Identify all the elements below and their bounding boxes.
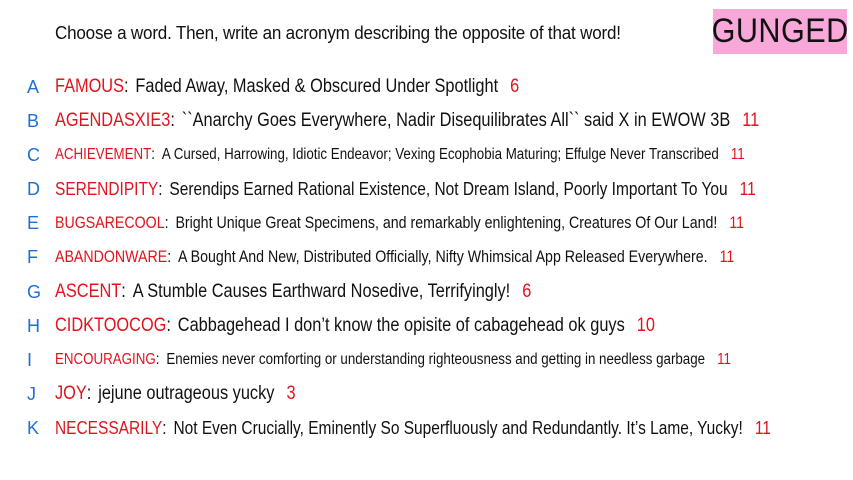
- entry-score: 11: [742, 110, 760, 131]
- entry-content: JOY: jejune outrageous yucky 3: [55, 383, 296, 405]
- entry-content: ENCOURAGING: Enemies never comforting or …: [55, 351, 731, 369]
- entry-score: 10: [636, 315, 655, 336]
- entry-content: NECESSARILY: Not Even Crucially, Eminentl…: [55, 418, 771, 439]
- entry-row: E BUGSARECOOL: Bright Unique Great Specime…: [0, 208, 853, 238]
- entry-row: K NECESSARILY: Not Even Crucially, Eminent…: [0, 413, 853, 443]
- entry-word: SERENDIPITY: [55, 178, 159, 199]
- entry-word: BUGSARECOOL: [55, 213, 165, 232]
- entry-row: A FAMOUS: Faded Away, Masked & Obscured Un…: [0, 72, 853, 102]
- entry-score: 11: [754, 417, 771, 438]
- entry-row: F ABANDONWARE: A Bought And New, Distribut…: [0, 242, 853, 272]
- entry-word: AGENDASXIE3: [55, 110, 171, 131]
- entry-colon: :: [162, 417, 167, 438]
- entry-letter: I: [27, 349, 33, 370]
- entry-word: CIDKTOOCOG: [55, 315, 167, 336]
- entry-colon: :: [167, 247, 172, 266]
- entry-score: 11: [717, 351, 731, 368]
- entry-colon: :: [155, 351, 160, 368]
- entry-colon: :: [124, 76, 129, 97]
- entry-acronym: Bright Unique Great Specimens, and remar…: [175, 213, 718, 232]
- entry-acronym: A Bought And New, Distributed Officially…: [178, 247, 708, 266]
- entry-colon: :: [158, 178, 163, 199]
- entry-colon: :: [86, 383, 92, 404]
- entry-row: D SERENDIPITY: Serendips Earned Rational E…: [0, 174, 853, 204]
- entry-letter: C: [27, 144, 40, 165]
- entry-row: C ACHIEVEMENT: A Cursed, Harrowing, Idioti…: [0, 140, 853, 170]
- entry-colon: :: [170, 110, 175, 131]
- entry-acronym: Enemies never comforting or understandin…: [166, 351, 706, 368]
- entry-letter: A: [27, 76, 40, 97]
- entry-word: NECESSARILY: [55, 417, 163, 438]
- entry-letter: G: [27, 281, 42, 302]
- entry-content: ASCENT: A Stumble Causes Earthward Nosedi…: [55, 281, 531, 303]
- entry-word: ENCOURAGING: [55, 351, 156, 368]
- entry-row: H CIDKTOOCOG: Cabbagehead I don’t know the…: [0, 311, 853, 341]
- entry-acronym: Cabbagehead I don’t know the opisite of …: [177, 315, 625, 336]
- entry-score: 11: [739, 178, 756, 199]
- entry-acronym: ``Anarchy Goes Everywhere, Nadir Disequi…: [181, 110, 731, 131]
- entry-letter: D: [27, 178, 40, 199]
- entry-letter: E: [27, 212, 40, 233]
- entry-row: G ASCENT: A Stumble Causes Earthward Nosed…: [0, 277, 853, 307]
- entry-content: FAMOUS: Faded Away, Masked & Obscured Und…: [55, 76, 519, 98]
- entry-score: 11: [730, 146, 745, 163]
- entry-row: B AGENDASXIE3: ``Anarchy Goes Everywhere, …: [0, 106, 853, 136]
- entry-score: 6: [510, 76, 520, 97]
- entry-letter: K: [27, 417, 40, 438]
- gunged-badge: GUNGED: [711, 9, 849, 54]
- entry-acronym: Faded Away, Masked & Obscured Under Spot…: [135, 76, 499, 97]
- entry-acronym: jejune outrageous yucky: [98, 383, 275, 404]
- entry-word: JOY: [55, 383, 87, 404]
- prompt-text: Choose a word. Then, write an acronym de…: [55, 22, 621, 43]
- entry-acronym: A Cursed, Harrowing, Idiotic Endeavor; V…: [161, 146, 719, 163]
- entry-acronym: Not Even Crucially, Eminently So Superfl…: [173, 417, 743, 438]
- entry-score: 11: [719, 247, 735, 266]
- entry-content: AGENDASXIE3: ``Anarchy Goes Everywhere, N…: [55, 110, 759, 132]
- entry-content: ACHIEVEMENT: A Cursed, Harrowing, Idiotic…: [55, 146, 745, 164]
- entry-word: ABANDONWARE: [55, 247, 168, 266]
- entry-letter: B: [27, 110, 40, 131]
- entry-colon: :: [121, 281, 126, 302]
- entry-word: FAMOUS: [55, 76, 125, 97]
- entry-letter: J: [27, 383, 36, 404]
- entry-word: ACHIEVEMENT: [55, 146, 152, 163]
- entry-content: BUGSARECOOL: Bright Unique Great Specimen…: [55, 214, 744, 233]
- entry-colon: :: [166, 315, 171, 336]
- entry-acronym: Serendips Earned Rational Existence, Not…: [169, 178, 728, 199]
- entry-colon: :: [151, 146, 156, 163]
- entry-letter: H: [27, 315, 40, 336]
- entry-colon: :: [164, 213, 169, 232]
- entry-content: ABANDONWARE: A Bought And New, Distribute…: [55, 248, 734, 267]
- entry-letter: F: [27, 246, 38, 267]
- entry-score: 6: [522, 281, 532, 302]
- entry-score: 3: [286, 383, 296, 404]
- entry-row: J JOY: jejune outrageous yucky 3: [0, 379, 853, 409]
- entry-content: CIDKTOOCOG: Cabbagehead I don’t know the …: [55, 315, 655, 337]
- entry-score: 11: [729, 213, 745, 232]
- entry-row: I ENCOURAGING: Enemies never comforting or…: [0, 345, 853, 375]
- badge-label: GUNGED: [711, 12, 849, 50]
- entry-content: SERENDIPITY: Serendips Earned Rational Ex…: [55, 179, 756, 200]
- entry-acronym: A Stumble Causes Earthward Nosedive, Ter…: [132, 281, 511, 302]
- entry-word: ASCENT: [55, 281, 122, 302]
